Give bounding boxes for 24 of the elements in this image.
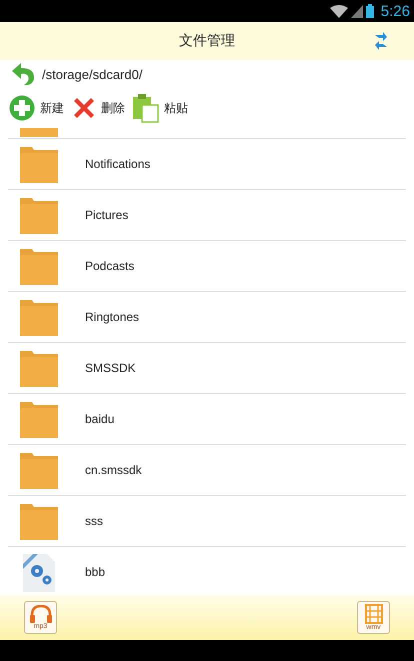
plus-icon	[9, 95, 35, 121]
toolbar-button[interactable]: 删除	[72, 96, 129, 120]
toolbar-button[interactable]: 粘贴	[133, 93, 192, 123]
file-list-item[interactable]: Notifications	[8, 139, 406, 190]
battery-icon	[366, 4, 374, 18]
cross-icon	[72, 96, 96, 120]
file-list-item[interactable]: sss	[8, 496, 406, 547]
file-list-item[interactable]: Podcasts	[8, 241, 406, 292]
clipboard-icon	[133, 93, 159, 123]
file-list-item[interactable]: Ringtones	[8, 292, 406, 343]
path-text: /storage/sdcard0/	[42, 66, 142, 82]
refresh-icon[interactable]	[374, 32, 388, 50]
clock: 5:26	[380, 2, 410, 20]
headphones-icon	[28, 604, 52, 622]
signal-icon	[350, 4, 363, 18]
file-list-item[interactable]: Pictures	[8, 190, 406, 241]
wifi-icon	[330, 4, 348, 18]
file-list-item[interactable]: baidu	[8, 394, 406, 445]
window-title: 文件管理	[179, 32, 235, 50]
toolbar-button[interactable]: 新建	[9, 95, 68, 121]
file-list-item[interactable]: cn.smssdk	[8, 445, 406, 496]
file-list-item[interactable]: SMSSDK	[8, 343, 406, 394]
film-icon	[364, 604, 382, 624]
back-arrow-icon[interactable]	[10, 62, 36, 86]
